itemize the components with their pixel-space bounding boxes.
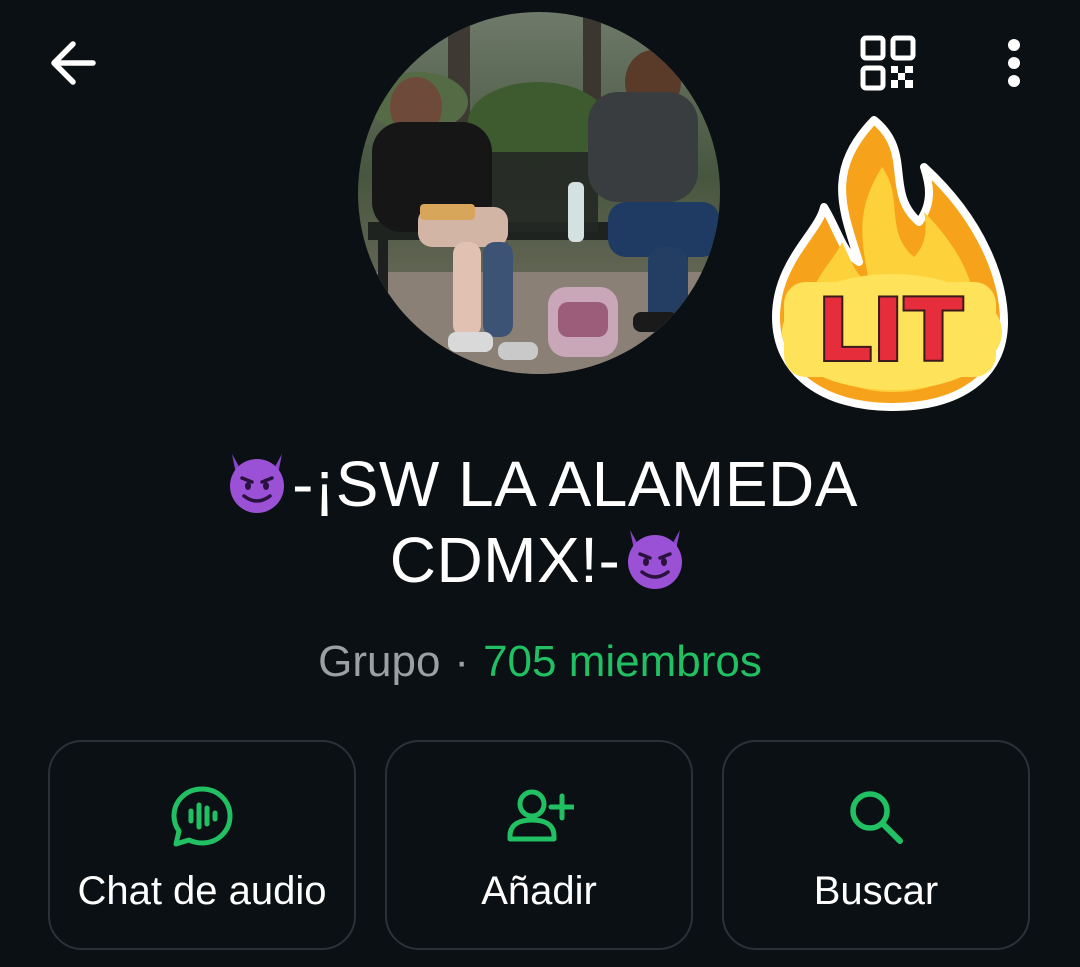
- search-label: Buscar: [813, 869, 939, 913]
- group-type: Grupo: [318, 637, 441, 686]
- group-name-line-2: CDMX!-: [390, 524, 691, 596]
- qr-code-button[interactable]: [852, 30, 924, 96]
- group-name: -¡SW LA ALAMEDA CDMX!-: [120, 446, 960, 598]
- audio-chat-label: Chat de audio: [77, 869, 327, 913]
- group-name-text-2: CDMX!-: [389, 524, 621, 596]
- audio-chat-icon-wrap: [50, 784, 354, 850]
- audio-chat-icon: [171, 786, 233, 847]
- action-buttons-row: Chat de audio Añadir Buscar: [48, 740, 1032, 952]
- add-person-icon-wrap: [387, 784, 691, 850]
- group-subtitle: Grupo · 705 miembros: [0, 632, 1080, 692]
- smiling-devil-icon: [230, 454, 285, 513]
- group-avatar[interactable]: [358, 12, 720, 374]
- lit-fire-sticker: LIT: [764, 112, 1014, 412]
- search-icon: [850, 791, 903, 844]
- more-vertical-icon: [1008, 39, 1020, 87]
- more-options-button[interactable]: [984, 30, 1044, 96]
- group-info-screen: LIT -¡SW LA ALAMEDA CDMX!- Grupo · 705 m…: [0, 0, 1080, 967]
- sticker-label: LIT: [817, 281, 963, 381]
- group-photo: [358, 12, 720, 374]
- search-button[interactable]: Buscar: [722, 740, 1030, 950]
- arrow-left-icon: [51, 41, 96, 85]
- search-icon-wrap: [724, 784, 1028, 850]
- audio-chat-button[interactable]: Chat de audio: [48, 740, 356, 950]
- separator-dot: ·: [454, 637, 470, 686]
- fire-icon: LIT: [772, 116, 1008, 411]
- add-member-label: Añadir: [481, 869, 597, 913]
- add-member-button[interactable]: Añadir: [385, 740, 693, 950]
- smiling-devil-icon: [628, 530, 683, 589]
- qr-code-icon: [860, 35, 916, 91]
- add-person-icon: [507, 789, 574, 842]
- group-name-text-1: -¡SW LA ALAMEDA: [292, 448, 858, 520]
- members-count-link[interactable]: 705 miembros: [483, 637, 762, 686]
- back-button[interactable]: [40, 30, 106, 96]
- group-name-line-1: -¡SW LA ALAMEDA: [222, 448, 858, 520]
